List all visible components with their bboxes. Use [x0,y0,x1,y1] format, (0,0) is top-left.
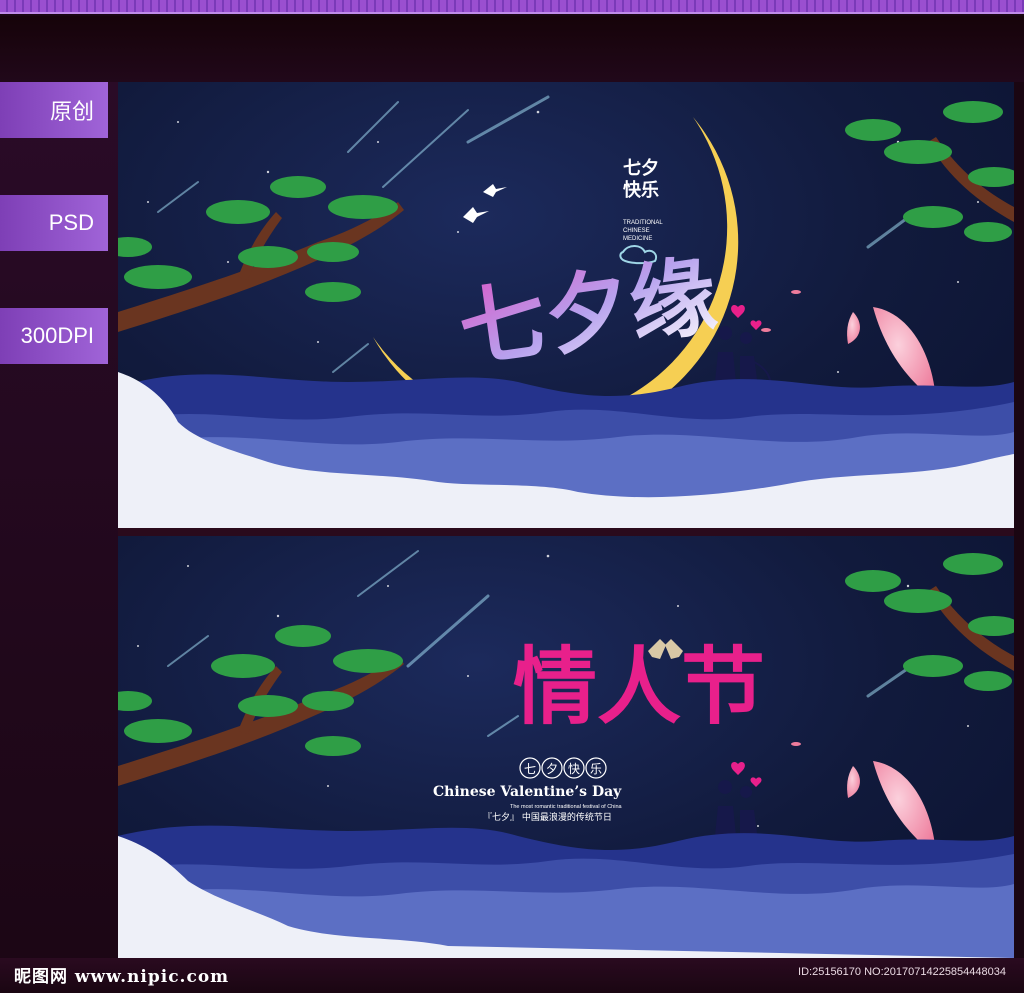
nipic-logo: 昵图网 www.nipic.com [14,967,230,987]
badge-char-1: 七 [524,762,536,776]
tag-dpi: 300DPI [0,308,108,364]
banner2-tagline-cn: 『七夕』 中国最浪漫的传统节日 [483,811,612,823]
banner-separator [118,528,1014,536]
banner2-tagline-small: The most romantic traditional festival o… [510,804,623,810]
banner1-small-title-line2: 快乐 [623,179,659,201]
banner2-title: 情人节 [513,637,765,736]
photo-id: ID:25156170 NO:20170714225854448034 [798,966,1006,978]
right-pine-tree [845,101,1014,242]
banner2-artwork: 情人节 七 夕 快 乐 Chinese Valentine’s Day The … [118,550,1014,958]
banner1-artwork: 七夕缘 七夕 快乐 TRADITIONAL CHINESE MEDICINE [118,95,1014,528]
right-pine-tree [845,553,1014,691]
top-decorative-border [0,0,1024,14]
left-pine-tree [118,176,404,332]
banner-qingren-jie: 情人节 七 夕 快 乐 Chinese Valentine’s Day The … [118,536,1014,958]
banner1-english-line1: TRADITIONAL [623,220,663,226]
crane-birds [463,184,507,223]
badge-char-2: 夕 [546,762,558,776]
top-band [0,16,1024,82]
banner-qixi-yuan: 七夕缘 七夕 快乐 TRADITIONAL CHINESE MEDICINE [118,82,1014,528]
banner2-english: Chinese Valentine’s Day [433,784,622,800]
badge-char-4: 乐 [590,762,602,776]
tag-original: 原创 [0,82,108,138]
badge-char-3: 快 [568,762,580,776]
banner2-badge: 七 夕 快 乐 [519,757,607,779]
banner1-english-line2: CHINESE [623,228,650,234]
tag-psd: PSD [0,195,108,251]
banner1-small-title-line1: 七夕 [623,157,659,179]
left-pine-tree [118,625,404,786]
banner1-english-line3: MEDICINE [623,236,652,242]
